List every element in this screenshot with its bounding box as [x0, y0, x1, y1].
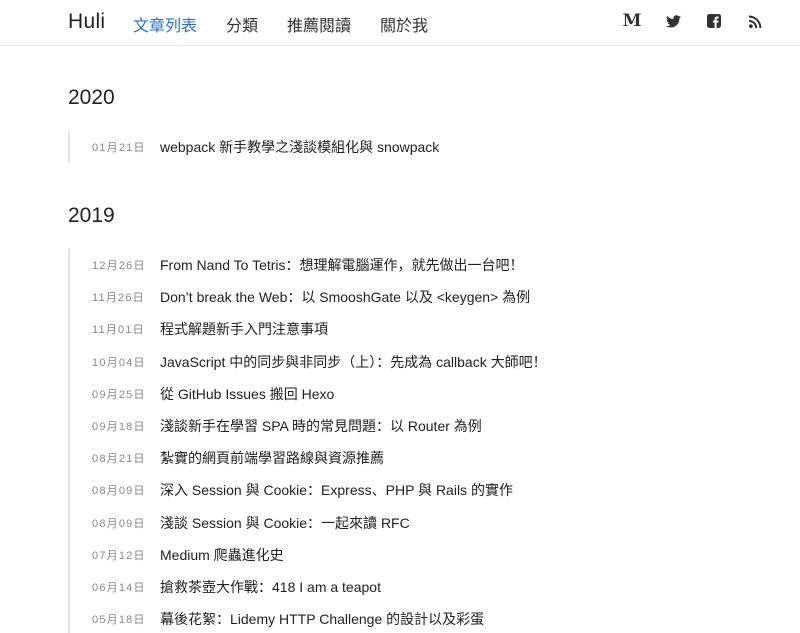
list-item: 09月25日 從 GitHub Issues 搬回 Hexo [70, 378, 547, 410]
post-title-link[interactable]: 程式解題新手入門注意事項 [160, 319, 328, 339]
post-date: 08月09日 [92, 485, 146, 498]
list-item: 09月18日 淺談新手在學習 SPA 時的常見問題：以 Router 為例 [70, 410, 547, 442]
post-title-link[interactable]: 淺談 Session 與 Cookie：一起來讀 RFC [160, 513, 410, 533]
post-title-link[interactable]: From Nand To Tetris：想理解電腦運作，就先做出一台吧！ [160, 255, 524, 275]
post-title-link[interactable]: 搶救茶壺大作戰：418 I am a teapot [160, 577, 381, 597]
post-date: 01月21日 [92, 142, 146, 155]
list-item: 07月12日 Medium 爬蟲進化史 [70, 539, 547, 571]
post-title-link[interactable]: 幕後花絮：Lidemy HTTP Challenge 的設計以及彩蛋 [160, 609, 484, 629]
list-item: 06月14日 搶救茶壺大作戰：418 I am a teapot [70, 571, 547, 603]
post-date: 06月14日 [92, 581, 146, 594]
nav-item-about[interactable]: 關於我 [380, 12, 428, 36]
year-heading: 2019 [68, 204, 115, 227]
facebook-icon[interactable] [705, 12, 723, 30]
post-date: 12月26日 [92, 260, 146, 273]
post-date: 11月26日 [92, 292, 145, 305]
nav-item-recommended[interactable]: 推薦閱讀 [287, 12, 351, 36]
list-item: 08月21日 紮實的網頁前端學習路線與資源推薦 [70, 442, 547, 474]
list-item: 08月09日 淺談 Session 與 Cookie：一起來讀 RFC [70, 507, 547, 539]
list-item: 01月21日 webpack 新手教學之淺談模組化與 snowpack [70, 131, 439, 163]
post-date: 08月09日 [92, 517, 146, 530]
post-title-link[interactable]: 從 GitHub Issues 搬回 Hexo [160, 384, 334, 404]
year-heading: 2020 [68, 86, 115, 109]
post-title-link[interactable]: JavaScript 中的同步與非同步（上）：先成為 callback 大師吧！ [160, 352, 547, 372]
post-list: 12月26日 From Nand To Tetris：想理解電腦運作，就先做出一… [68, 249, 547, 633]
post-date: 10月04日 [92, 356, 146, 369]
post-date: 08月21日 [92, 453, 146, 466]
post-date: 07月12日 [92, 549, 146, 562]
post-title-link[interactable]: 紮實的網頁前端學習路線與資源推薦 [160, 448, 384, 468]
main-nav: 文章列表 分類 推薦閱讀 關於我 [133, 12, 457, 36]
list-item: 10月04日 JavaScript 中的同步與非同步（上）：先成為 callba… [70, 346, 547, 378]
post-date: 09月25日 [92, 388, 146, 401]
post-title-link[interactable]: Don’t break the Web：以 SmooshGate 以及 <key… [160, 287, 530, 307]
nav-item-articles[interactable]: 文章列表 [133, 12, 197, 36]
list-item: 08月09日 深入 Session 與 Cookie：Express、PHP 與… [70, 474, 547, 506]
post-title-link[interactable]: 淺談新手在學習 SPA 時的常見問題：以 Router 為例 [160, 416, 482, 436]
post-title-link[interactable]: Medium 爬蟲進化史 [160, 545, 284, 565]
list-item: 11月01日 程式解題新手入門注意事項 [70, 313, 547, 345]
list-item: 05月18日 幕後花絮：Lidemy HTTP Challenge 的設計以及彩… [70, 603, 547, 633]
post-date: 11月01日 [92, 324, 145, 337]
rss-icon[interactable] [746, 12, 764, 30]
post-title-link[interactable]: webpack 新手教學之淺談模組化與 snowpack [160, 137, 439, 157]
site-header: Huli 文章列表 分類 推薦閱讀 關於我 M [0, 0, 800, 46]
nav-item-categories[interactable]: 分類 [226, 12, 258, 36]
post-date: 09月18日 [92, 421, 146, 434]
medium-icon[interactable]: M [623, 12, 642, 30]
social-links: M [600, 12, 764, 30]
post-title-link[interactable]: 深入 Session 與 Cookie：Express、PHP 與 Rails … [160, 480, 513, 500]
twitter-icon[interactable] [664, 12, 682, 30]
post-list: 01月21日 webpack 新手教學之淺談模組化與 snowpack [68, 131, 439, 164]
post-date: 05月18日 [92, 614, 146, 627]
list-item: 12月26日 From Nand To Tetris：想理解電腦運作，就先做出一… [70, 249, 547, 281]
list-item: 11月26日 Don’t break the Web：以 SmooshGate … [70, 281, 547, 313]
brand-logo[interactable]: Huli [68, 10, 105, 34]
